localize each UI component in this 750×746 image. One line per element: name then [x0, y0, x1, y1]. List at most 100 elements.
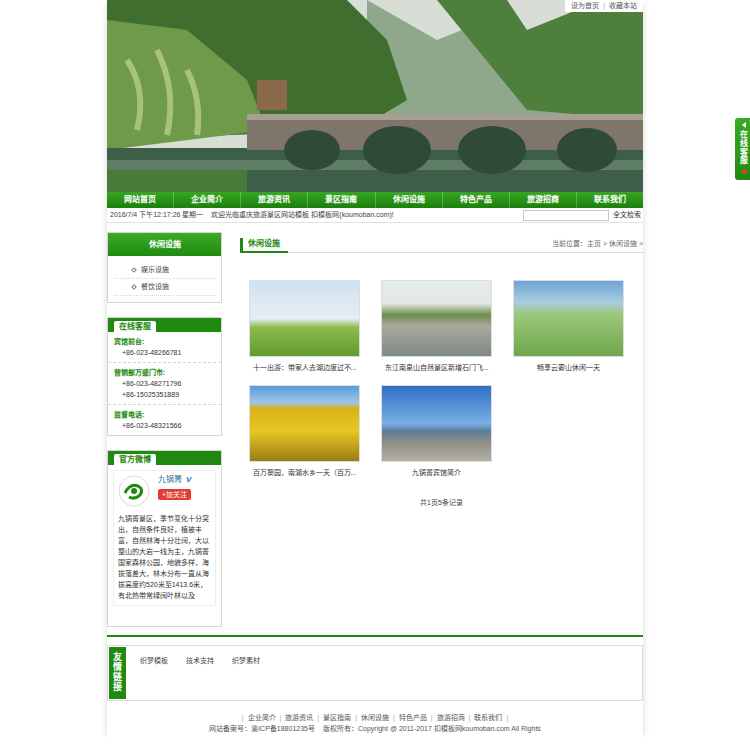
weibo-name-row: 九锅箐V	[158, 475, 191, 485]
weibo-logo-icon[interactable]	[118, 475, 150, 507]
main-nav: 网站首页企业简介旅游资讯景区指南休闲设施特色产品旅游招商联系我们	[107, 192, 643, 208]
content: 休闲设施娱乐设施餐饮设施在线客服宾馆前台:+86-023-48266781营销部…	[107, 232, 643, 627]
service-title: 在线客服	[114, 321, 156, 332]
category-label[interactable]: 餐饮设施	[141, 279, 169, 295]
links-row: 织梦模板 技术支持 织梦素材	[126, 646, 260, 667]
footer-link[interactable]: 休闲设施	[361, 712, 389, 723]
facility-caption[interactable]: 东江南泉山自然景区新增石门飞...	[381, 363, 492, 373]
footer-link[interactable]: 旅游资讯	[285, 712, 313, 723]
phone-number: +86-023-48271796	[114, 378, 215, 389]
separator: |	[280, 712, 282, 723]
phone-number: +86-023-48321566	[114, 420, 215, 431]
service-box: 在线客服宾馆前台:+86-023-48266781营销部万盛门市:+86-023…	[107, 317, 222, 436]
weibo-profile: 九锅箐V +加关注	[118, 475, 211, 507]
ticker: 2016/7/4 下午12:17:26 星期一欢迎光临重庆旅游景区网站模板 扣模…	[110, 210, 394, 219]
footer-link[interactable]: 企业简介	[248, 712, 276, 723]
page: 设为首页|收藏本站 网站首页企业简介旅游资讯景区指南休闲设施特色产品旅游招商联系…	[107, 0, 643, 740]
service-label: 宾馆前台:	[114, 336, 215, 347]
friend-links: 友情链接 织梦模板 技术支持 织梦素材	[107, 635, 643, 701]
collapse-arrow-icon[interactable]	[742, 122, 746, 128]
top-link[interactable]: 收藏本站	[609, 1, 637, 10]
facility-caption[interactable]: 十一出游：带家人去湖边度过不...	[249, 363, 360, 373]
chat-icon[interactable]	[742, 169, 747, 174]
category-list: 娱乐设施餐饮设施	[108, 256, 221, 302]
category-title: 休闲设施	[108, 233, 221, 256]
diamond-bullet-icon	[131, 284, 137, 290]
footer-link[interactable]: 景区指南	[323, 712, 351, 723]
service-label: 监督电话:	[114, 409, 215, 420]
weibo-box: 官方微博九锅箐V +加关注九锅箐景区，季节变化十分突出，自然条件良好，植被丰富，自…	[107, 450, 222, 627]
welcome-message: 欢迎光临重庆旅游景区网站模板 扣模板网(koumoban.com)!	[211, 210, 393, 219]
facility-item[interactable]: 十一出游：带家人去湖边度过不...	[249, 280, 360, 373]
friend-link[interactable]: 技术支持	[186, 655, 214, 667]
facility-caption[interactable]: 畅享云雾山休闲一天	[513, 363, 624, 373]
separator: |	[469, 712, 471, 723]
nav-item[interactable]: 网站首页	[107, 192, 174, 208]
facility-item[interactable]: 畅享云雾山休闲一天	[513, 280, 624, 373]
facility-item[interactable]: 九锅箐宾馆简介	[381, 385, 492, 478]
weibo-text: 九锅箐景区，季节变化十分突出，自然条件良好，植被丰富，自然林海十分壮阔，大以整山…	[118, 513, 211, 601]
category-item[interactable]: 娱乐设施	[114, 262, 215, 279]
main-panel: 休闲设施当前位置：主页 > 休闲设施 > 十一出游：带家人去湖边度过不... 东江南…	[240, 232, 643, 507]
category-label[interactable]: 娱乐设施	[141, 262, 169, 278]
record-number: 网站备案号：渝ICP备18801235号	[209, 723, 315, 734]
date-time: 2016/7/4 下午12:17:26 星期一	[110, 210, 203, 219]
header-banner: 设为首页 | 收藏本站	[107, 0, 643, 192]
service-tab-label[interactable]: 在线客服	[740, 131, 748, 166]
follow-wrap: +加关注	[158, 489, 191, 500]
service-group: 营销部万盛门市:+86-023-48271796+86-15025351889	[108, 363, 221, 405]
nav-item[interactable]: 旅游招商	[510, 192, 577, 208]
scenery-photo-icon	[107, 0, 643, 192]
top-link[interactable]: 设为首页	[571, 1, 599, 10]
nav-item[interactable]: 景区指南	[308, 192, 375, 208]
search-box: 全文检索	[523, 210, 641, 221]
sidebar: 休闲设施娱乐设施餐饮设施在线客服宾馆前台:+86-023-48266781营销部…	[107, 232, 222, 627]
facility-photo[interactable]	[381, 385, 492, 462]
facility-caption[interactable]: 九锅箐宾馆简介	[381, 468, 492, 478]
nav-item[interactable]: 企业简介	[174, 192, 241, 208]
service-group: 宾馆前台:+86-023-48266781	[108, 332, 221, 363]
facility-item[interactable]: 东江南泉山自然景区新增石门飞...	[381, 280, 492, 373]
category-box: 休闲设施娱乐设施餐饮设施	[107, 232, 222, 303]
weibo-header: 官方微博	[108, 451, 221, 465]
separator: |	[242, 712, 244, 723]
nav-item[interactable]: 休闲设施	[376, 192, 443, 208]
online-service-tab[interactable]: 在线客服	[735, 118, 750, 180]
copyright-row: 网站备案号：渝ICP备18801235号版权所有：Copyright @ 201…	[107, 723, 643, 734]
category-item[interactable]: 餐饮设施	[114, 279, 215, 296]
search-input[interactable]	[523, 210, 609, 221]
facility-caption[interactable]: 百万葵园，南湖水乡一天（百万...	[249, 468, 360, 478]
facility-photo[interactable]	[513, 280, 624, 357]
weibo-name[interactable]: 九锅箐	[158, 475, 182, 485]
phone-number: +86-023-48266781	[114, 347, 215, 358]
nav-item[interactable]: 联系我们	[577, 192, 643, 208]
search-button[interactable]: 全文检索	[613, 210, 641, 219]
separator: |	[355, 712, 357, 723]
facility-grid: 十一出游：带家人去湖边度过不... 东江南泉山自然景区新增石门飞... 畅享云雾山休…	[240, 280, 643, 478]
facility-item[interactable]: 百万葵园，南湖水乡一天（百万...	[249, 385, 360, 478]
facility-photo[interactable]	[249, 280, 360, 357]
footer-link[interactable]: 特色产品	[399, 712, 427, 723]
nav-item[interactable]: 旅游资讯	[241, 192, 308, 208]
footer-link[interactable]: 旅游招商	[437, 712, 465, 723]
facility-photo[interactable]	[381, 280, 492, 357]
separator: |	[431, 712, 433, 723]
follow-button[interactable]: +加关注	[158, 489, 191, 500]
friend-link[interactable]: 织梦素材	[232, 655, 260, 667]
copyright: 版权所有：Copyright @ 2011-2017 扣模板网koumoban.…	[323, 723, 541, 734]
footer-link[interactable]: 联系我们	[474, 712, 502, 723]
top-links: 设为首页 | 收藏本站	[565, 0, 643, 12]
separator: |	[317, 712, 319, 723]
nav-item[interactable]: 特色产品	[443, 192, 510, 208]
links-box: 友情链接 织梦模板 技术支持 织梦素材	[107, 645, 643, 701]
weibo-card: 九锅箐V +加关注九锅箐景区，季节变化十分突出，自然条件良好，植被丰富，自然林海十…	[113, 470, 216, 606]
links-label: 友情链接	[109, 647, 126, 699]
separator: |	[603, 1, 605, 10]
service-label: 营销部万盛门市:	[114, 367, 215, 378]
main-header: 休闲设施当前位置：主页 > 休闲设施 >	[240, 238, 643, 253]
facility-photo[interactable]	[249, 385, 360, 462]
friend-link[interactable]: 织梦模板	[140, 655, 168, 667]
links-title: 友情链接	[113, 653, 122, 693]
ticker-bar: 2016/7/4 下午12:17:26 星期一欢迎光临重庆旅游景区网站模板 扣模…	[107, 208, 643, 223]
main-title: 休闲设施	[240, 238, 288, 253]
